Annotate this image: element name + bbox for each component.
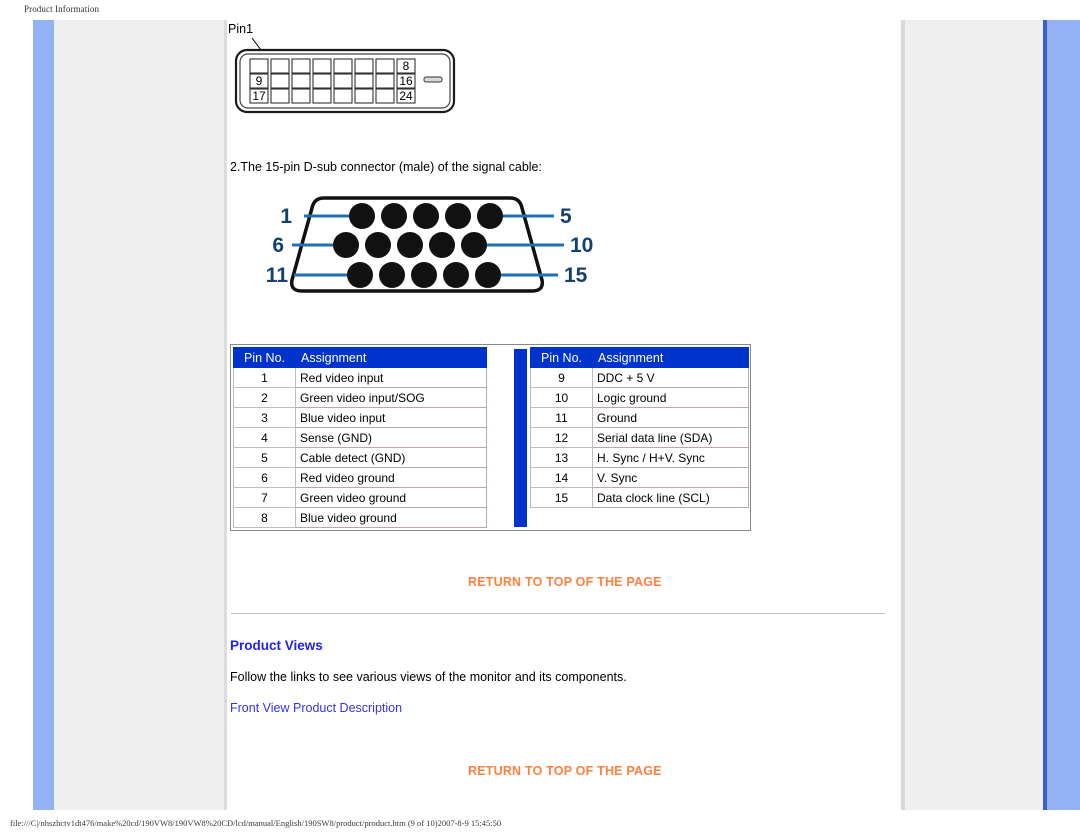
column-header-pin-no: Pin No. — [530, 347, 593, 368]
table-divider — [514, 349, 527, 527]
cell-pin-no: 2 — [233, 387, 296, 408]
table-row: 9 DDC + 5 V — [530, 367, 749, 388]
table-row: 6 Red video ground — [233, 467, 487, 488]
cell-pin-no: 9 — [530, 367, 593, 388]
cell-assignment: Blue video ground — [295, 507, 487, 528]
svg-text:15: 15 — [564, 264, 588, 287]
dsub-caption: 2.The 15-pin D-sub connector (male) of t… — [230, 160, 542, 174]
cell-pin-no: 15 — [530, 487, 593, 508]
cell-assignment: Data clock line (SCL) — [592, 487, 749, 508]
cell-assignment: Red video ground — [295, 467, 487, 488]
table-row: 10 Logic ground — [530, 387, 749, 408]
column-header-assignment: Assignment — [295, 347, 487, 368]
svg-text:17: 17 — [252, 89, 266, 103]
table-header-row: Pin No. Assignment — [530, 347, 749, 368]
cell-pin-no: 1 — [233, 367, 296, 388]
table-row: 12 Serial data line (SDA) — [530, 427, 749, 448]
section-divider-rule — [231, 613, 885, 614]
content-sheet-shadow — [901, 20, 905, 810]
cell-assignment: Red video input — [295, 367, 487, 388]
cell-pin-no: 10 — [530, 387, 593, 408]
cell-assignment: Cable detect (GND) — [295, 447, 487, 468]
cell-assignment: Ground — [592, 407, 749, 428]
return-to-top-link-2[interactable]: RETURN TO TOP OF THE PAGE — [468, 764, 662, 778]
dvi-connector-svg: 8 9 16 17 24 — [234, 37, 456, 114]
cell-pin-no: 13 — [530, 447, 593, 468]
table-row: 11 Ground — [530, 407, 749, 428]
svg-text:11: 11 — [266, 264, 289, 287]
cell-pin-no: 12 — [530, 427, 593, 448]
table-row: 15 Data clock line (SCL) — [530, 487, 749, 508]
cell-pin-no: 7 — [233, 487, 296, 508]
cell-assignment: V. Sync — [592, 467, 749, 488]
return-to-top-link-1[interactable]: RETURN TO TOP OF THE PAGE — [468, 575, 662, 589]
pin-table-right: Pin No. Assignment 9 DDC + 5 V 10 Logic gro… — [530, 347, 749, 508]
table-row: 13 H. Sync / H+V. Sync — [530, 447, 749, 468]
table-row: 8 Blue video ground — [233, 507, 487, 528]
cell-assignment: Green video ground — [295, 487, 487, 508]
cell-assignment: Blue video input — [295, 407, 487, 428]
right-blue-rail — [1047, 20, 1080, 810]
svg-text:6: 6 — [272, 234, 284, 257]
table-header-row: Pin No. Assignment — [233, 347, 487, 368]
dvi-connector-diagram: Pin1 8 9 16 17 24 — [228, 22, 468, 130]
table-row: 7 Green video ground — [233, 487, 487, 508]
cell-assignment: H. Sync / H+V. Sync — [592, 447, 749, 468]
dvi-pin1-label: Pin1 — [228, 22, 254, 36]
pin-table-left: Pin No. Assignment 1 Red video input 2 Gree… — [233, 347, 487, 528]
cell-pin-no: 14 — [530, 467, 593, 488]
svg-text:10: 10 — [570, 234, 593, 257]
svg-text:1: 1 — [280, 205, 292, 228]
dsub-connector-svg: 1 6 11 5 10 15 — [266, 196, 593, 293]
table-row: 2 Green video input/SOG — [233, 387, 487, 408]
column-header-assignment: Assignment — [592, 347, 749, 368]
pin-assignment-tables: Pin No. Assignment 1 Red video input 2 Gree… — [230, 344, 751, 531]
document-page: Product Information Pin1 8 9 16 17 24 2.… — [0, 0, 1080, 834]
page-header-title: Product Information — [24, 4, 100, 14]
cell-pin-no: 6 — [233, 467, 296, 488]
cell-assignment: DDC + 5 V — [592, 367, 749, 388]
front-view-product-description-link[interactable]: Front View Product Description — [230, 701, 402, 715]
table-row: 5 Cable detect (GND) — [233, 447, 487, 468]
cell-assignment: Serial data line (SDA) — [592, 427, 749, 448]
cell-pin-no: 5 — [233, 447, 296, 468]
table-row: 14 V. Sync — [530, 467, 749, 488]
cell-assignment: Green video input/SOG — [295, 387, 487, 408]
cell-pin-no: 8 — [233, 507, 296, 528]
table-row: 1 Red video input — [233, 367, 487, 388]
browser-status-bar: file:///C|/nhszhctv1dt476/make%20cd/190V… — [10, 818, 502, 828]
cell-pin-no: 4 — [233, 427, 296, 448]
cell-assignment: Logic ground — [592, 387, 749, 408]
table-row: 3 Blue video input — [233, 407, 487, 428]
svg-text:24: 24 — [399, 89, 413, 103]
svg-text:5: 5 — [560, 205, 572, 228]
product-views-heading: Product Views — [230, 638, 323, 653]
product-views-description: Follow the links to see various views of… — [230, 670, 627, 684]
table-row: 4 Sense (GND) — [233, 427, 487, 448]
left-blue-rail — [33, 20, 54, 810]
cell-pin-no: 11 — [530, 407, 593, 428]
svg-text:8: 8 — [403, 59, 410, 73]
dsub-connector-diagram: 1 6 11 5 10 15 — [262, 188, 602, 303]
svg-text:16: 16 — [399, 74, 413, 88]
column-header-pin-no: Pin No. — [233, 347, 296, 368]
cell-pin-no: 3 — [233, 407, 296, 428]
svg-text:9: 9 — [256, 74, 263, 88]
cell-assignment: Sense (GND) — [295, 427, 487, 448]
